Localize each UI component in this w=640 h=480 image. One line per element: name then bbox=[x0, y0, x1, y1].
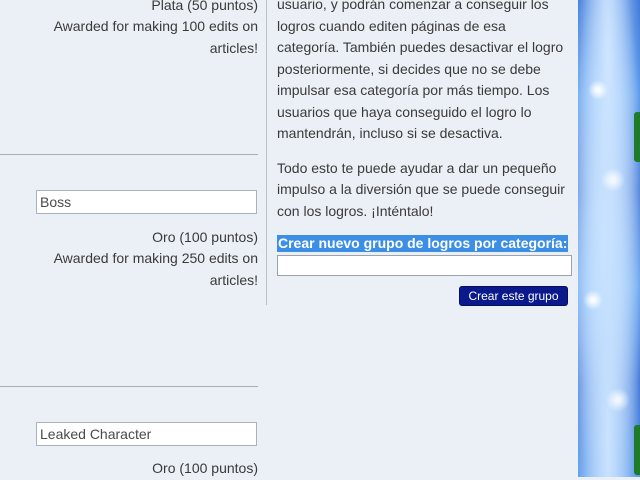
achievement-points: Plata (50 puntos) bbox=[151, 0, 258, 13]
help-text: usuario, y podrán comenzar a conseguir l… bbox=[277, 0, 569, 222]
divider bbox=[0, 386, 258, 387]
achievement-name-input[interactable] bbox=[36, 422, 257, 446]
achievement-description: Awarded for making 100 edits on articles… bbox=[53, 18, 258, 56]
divider bbox=[0, 154, 258, 155]
achievement-list: Plata (50 puntos) Awarded for making 100… bbox=[0, 0, 258, 477]
create-group-button[interactable]: Crear este grupo bbox=[459, 286, 568, 306]
decoration-shape bbox=[634, 425, 640, 475]
create-group-label: Crear nuevo grupo de logros por categorí… bbox=[277, 235, 569, 252]
achievement-points: Oro (100 puntos) bbox=[152, 229, 258, 245]
background-decoration bbox=[578, 0, 640, 477]
help-paragraph: usuario, y podrán comenzar a conseguir l… bbox=[277, 0, 564, 141]
column-divider bbox=[266, 0, 267, 305]
category-name-input[interactable] bbox=[277, 255, 572, 276]
achievement-description: Awarded for making 250 edits on articles… bbox=[53, 250, 258, 288]
decoration-shape bbox=[634, 112, 640, 162]
help-paragraph: Todo esto te puede ayudar a dar un peque… bbox=[277, 159, 565, 219]
achievement-points: Oro (100 puntos) bbox=[152, 460, 258, 476]
achievement-name-input[interactable] bbox=[36, 190, 257, 214]
